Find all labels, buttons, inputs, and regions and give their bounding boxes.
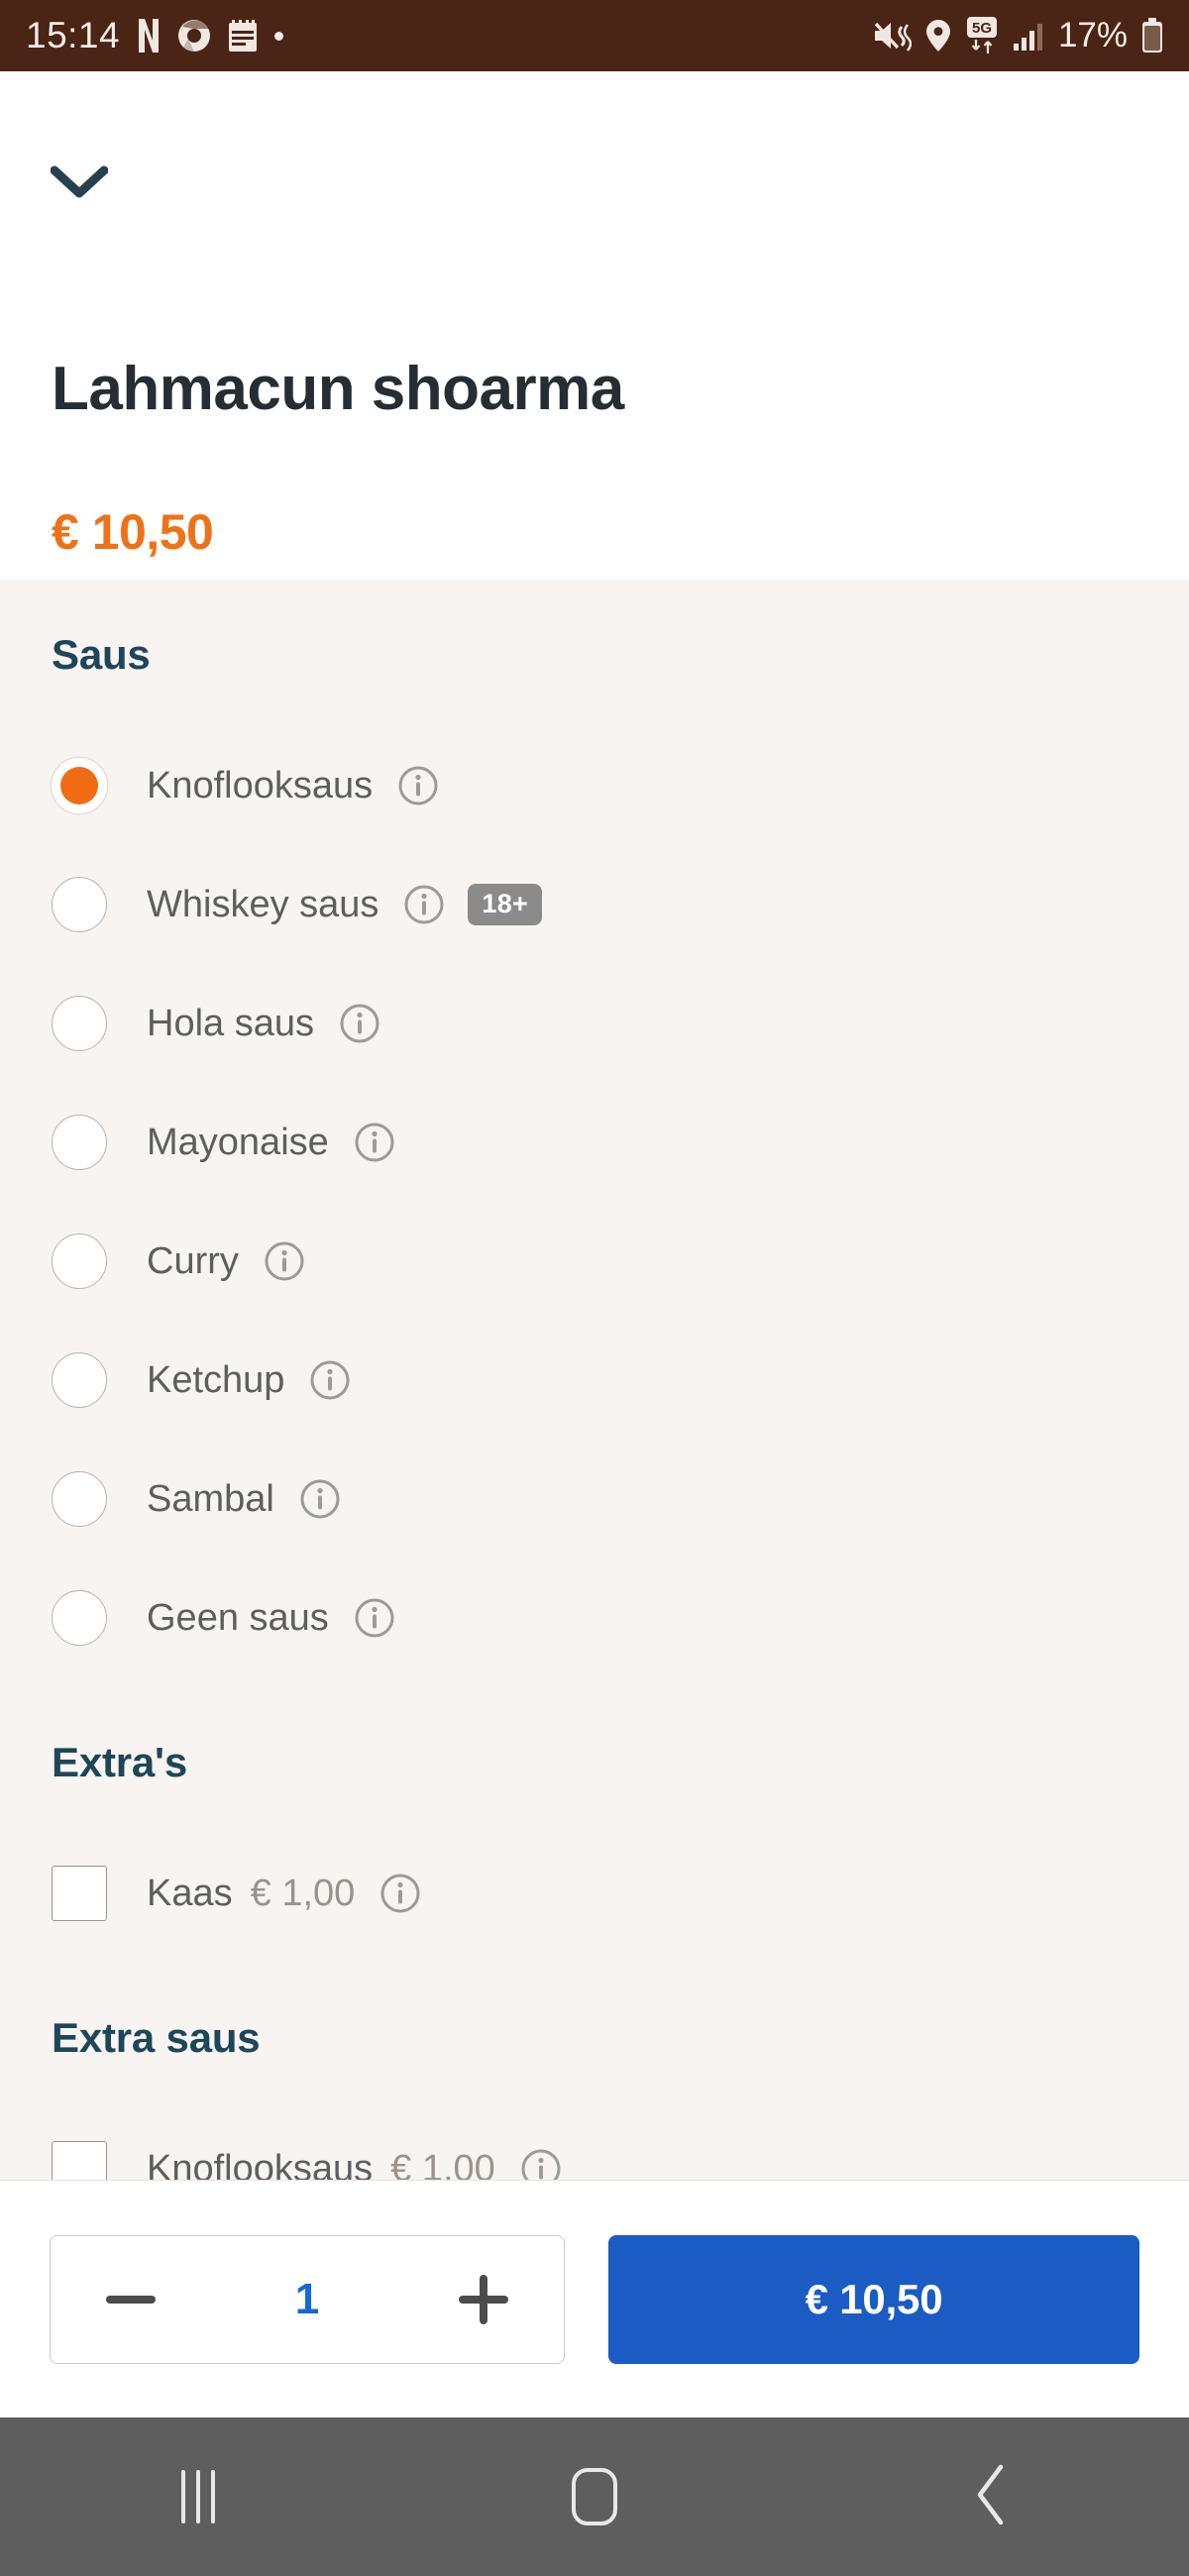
- status-bar-left: 15:14: [26, 15, 284, 56]
- quantity-value: 1: [294, 2274, 320, 2323]
- option-row-geen-saus[interactable]: Geen saus: [0, 1558, 1189, 1677]
- battery-percent: 17%: [1057, 16, 1128, 54]
- checkbox-extra-knoflooksaus[interactable]: [52, 2141, 107, 2180]
- radio-mayonaise[interactable]: [52, 1115, 107, 1170]
- home-button[interactable]: [520, 2447, 669, 2546]
- section-title-extra-saus: Extra saus: [52, 2014, 261, 2061]
- info-icon[interactable]: [308, 1358, 352, 1402]
- options-scroll-area[interactable]: Saus Knoflooksaus Whiskey saus 18+ Hola …: [0, 580, 1189, 2180]
- option-label: Mayonaise: [147, 1121, 329, 1163]
- network-5g-icon: 5G: [965, 16, 999, 55]
- decrease-quantity-button[interactable]: [98, 2267, 163, 2332]
- option-row-mayonaise[interactable]: Mayonaise: [0, 1083, 1189, 1202]
- location-pin-icon: [925, 19, 951, 53]
- option-row-ketchup[interactable]: Ketchup: [0, 1321, 1189, 1440]
- option-row-extra-knoflooksaus[interactable]: Knoflooksaus € 1,00: [0, 2109, 1189, 2180]
- phone-screen: 15:14 5G 17% Lahmacun shoarma € 10,50 Sa…: [0, 0, 1189, 2576]
- radio-sambal[interactable]: [52, 1471, 107, 1527]
- info-icon[interactable]: [353, 1596, 396, 1640]
- option-price: € 1,00: [250, 1872, 356, 1914]
- checkbox-kaas[interactable]: [52, 1866, 107, 1921]
- minus-icon: [106, 2295, 156, 2304]
- info-icon[interactable]: [338, 1002, 381, 1045]
- recents-icon: [181, 2470, 215, 2523]
- bottom-action-bar: 1 € 10,50: [0, 2180, 1189, 2417]
- option-row-knoflooksaus[interactable]: Knoflooksaus: [0, 726, 1189, 845]
- age-restriction-badge: 18+: [468, 884, 543, 925]
- back-icon: [974, 2464, 1008, 2530]
- radio-whiskey-saus[interactable]: [52, 877, 107, 932]
- netflix-icon: [137, 18, 161, 54]
- option-label: Whiskey saus: [147, 883, 379, 925]
- option-label: Knoflooksaus: [147, 764, 374, 806]
- option-label: Geen saus: [147, 1596, 329, 1639]
- svg-text:5G: 5G: [972, 20, 992, 37]
- info-icon[interactable]: [402, 883, 446, 926]
- option-label: Sambal: [147, 1477, 274, 1520]
- calendar-icon: [228, 19, 258, 53]
- status-bar: 15:14 5G 17%: [0, 0, 1189, 71]
- signal-bars-icon: [1013, 20, 1044, 52]
- product-header: Lahmacun shoarma € 10,50: [0, 71, 1189, 580]
- option-label: Ketchup: [147, 1358, 285, 1401]
- battery-icon: [1141, 18, 1163, 54]
- chevron-down-icon: [50, 165, 109, 204]
- add-to-cart-button[interactable]: € 10,50: [608, 2234, 1139, 2364]
- option-price: € 1,00: [390, 2147, 495, 2181]
- info-icon[interactable]: [298, 1477, 342, 1521]
- page-title: Lahmacun shoarma: [52, 355, 624, 423]
- status-bar-right: 5G 17%: [872, 16, 1163, 55]
- option-row-hola-saus[interactable]: Hola saus: [0, 964, 1189, 1083]
- quantity-stepper[interactable]: 1: [50, 2234, 565, 2364]
- increase-quantity-button[interactable]: [451, 2267, 516, 2332]
- radio-knoflooksaus[interactable]: [52, 758, 107, 813]
- option-row-kaas[interactable]: Kaas € 1,00: [0, 1834, 1189, 1953]
- info-icon[interactable]: [353, 1121, 396, 1164]
- mute-vibrate-icon: [872, 19, 912, 53]
- collapse-sheet-button[interactable]: [44, 149, 115, 220]
- option-label: Curry: [147, 1239, 239, 1282]
- section-title-extras: Extra's: [52, 1739, 188, 1785]
- recents-button[interactable]: [124, 2447, 272, 2546]
- chrome-icon: [177, 19, 211, 53]
- option-row-whiskey-saus[interactable]: Whiskey saus 18+: [0, 845, 1189, 964]
- radio-curry[interactable]: [52, 1234, 107, 1289]
- option-row-curry[interactable]: Curry: [0, 1202, 1189, 1321]
- android-navigation-bar: [0, 2417, 1189, 2576]
- product-price: € 10,50: [52, 504, 214, 560]
- dot-indicator-icon: [274, 31, 284, 41]
- radio-geen-saus[interactable]: [52, 1590, 107, 1646]
- back-button[interactable]: [917, 2447, 1065, 2546]
- radio-hola-saus[interactable]: [52, 996, 107, 1051]
- info-icon[interactable]: [263, 1239, 306, 1283]
- info-icon[interactable]: [378, 1872, 422, 1915]
- info-icon[interactable]: [519, 2147, 563, 2180]
- option-row-sambal[interactable]: Sambal: [0, 1440, 1189, 1558]
- home-icon: [572, 2468, 617, 2525]
- option-label: Knoflooksaus: [147, 2147, 374, 2181]
- status-time: 15:14: [26, 15, 121, 55]
- option-label: Hola saus: [147, 1002, 314, 1044]
- info-icon[interactable]: [396, 764, 440, 807]
- radio-ketchup[interactable]: [52, 1352, 107, 1408]
- plus-icon: [458, 2274, 508, 2324]
- option-label: Kaas: [147, 1872, 233, 1914]
- section-title-saus: Saus: [52, 631, 151, 678]
